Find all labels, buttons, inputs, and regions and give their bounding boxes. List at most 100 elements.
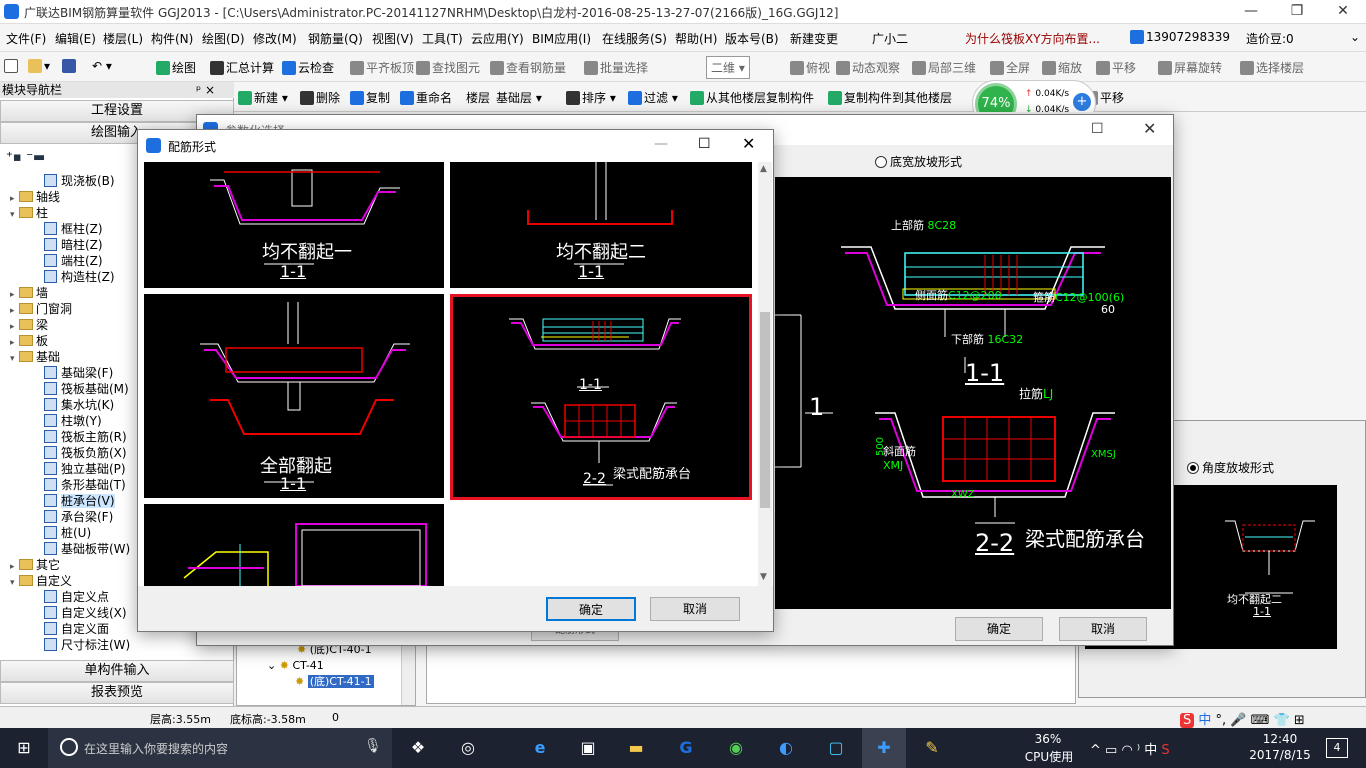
- add-icon[interactable]: +: [1073, 93, 1091, 111]
- list-item[interactable]: ⌄ ✸ CT-41: [267, 659, 324, 672]
- param-maximize-icon[interactable]: ☐: [1091, 121, 1104, 137]
- menu-item-7[interactable]: 视图(V): [372, 30, 414, 47]
- tree-item[interactable]: 承台梁(F): [44, 508, 113, 525]
- new-file-icon[interactable]: [4, 59, 20, 73]
- price-beans[interactable]: 造价豆:0: [1246, 30, 1294, 47]
- rebar-option-2[interactable]: 均不翻起二 1-1: [450, 162, 752, 288]
- toolbar2-item-0[interactable]: 新建 ▾: [238, 89, 288, 106]
- tree-item[interactable]: 自定义面: [44, 620, 109, 637]
- tree-item[interactable]: 桩承台(V): [44, 492, 115, 509]
- report-preview-button[interactable]: 报表预览: [0, 682, 234, 704]
- tree-item[interactable]: 筏板负筋(X): [44, 444, 127, 461]
- tree-item[interactable]: 构造柱(Z): [44, 268, 115, 285]
- tree-item[interactable]: 条形基础(T): [44, 476, 126, 493]
- account-phone[interactable]: 13907298339: [1130, 30, 1230, 44]
- toolbar1-item-15[interactable]: 选择楼层: [1240, 59, 1304, 76]
- rebar-option-4-selected[interactable]: 1-1 2-2 梁式配筋承台: [450, 294, 752, 500]
- toolbar2-item-2[interactable]: 复制: [350, 89, 390, 106]
- toolbar1-item-7[interactable]: 二维 ▾: [706, 56, 750, 79]
- menu-item-5[interactable]: 修改(M): [253, 30, 297, 47]
- toolbar1-item-4[interactable]: 查找图元: [416, 59, 480, 76]
- param-preview-canvas[interactable]: 上部筋 8C28 侧面筋C12@200 箍筋C12@100(6) 下部筋 16C…: [775, 177, 1171, 609]
- toolbar1-item-11[interactable]: 全屏: [990, 59, 1030, 76]
- menu-item-2[interactable]: 楼层(L): [103, 30, 143, 47]
- expand-icon[interactable]: ▸: [10, 194, 19, 204]
- tree-item[interactable]: 筏板基础(M): [44, 380, 129, 397]
- save-icon[interactable]: [62, 59, 78, 73]
- scroll-up-icon[interactable]: ▲: [760, 164, 767, 174]
- tree-folder[interactable]: ▸ 梁: [10, 316, 48, 333]
- toolbar1-item-0[interactable]: 绘图: [156, 59, 196, 76]
- single-component-button[interactable]: 单构件输入: [0, 660, 234, 682]
- gallery-scrollbar[interactable]: ▲ ▼: [758, 162, 772, 586]
- scroll-down-icon[interactable]: ▼: [760, 572, 767, 582]
- param-close-icon[interactable]: ✕: [1143, 119, 1156, 138]
- rebar-cancel-button[interactable]: 取消: [650, 597, 740, 621]
- task-view-icon[interactable]: ❖: [396, 728, 440, 768]
- notification-center-icon[interactable]: 4: [1326, 738, 1348, 758]
- minimize-button[interactable]: —: [1228, 0, 1274, 24]
- pin-close-icon[interactable]: ᵖ ×: [196, 82, 215, 98]
- tree-item[interactable]: 现浇板(B): [44, 172, 115, 189]
- tree-item[interactable]: 基础梁(F): [44, 364, 113, 381]
- tree-folder[interactable]: ▾ 柱: [10, 204, 48, 221]
- file-explorer-icon[interactable]: ▬: [614, 728, 658, 768]
- microphone-icon[interactable]: 🎙: [364, 738, 382, 754]
- toolbar2-item-4[interactable]: 楼层: [466, 89, 490, 106]
- menu-item-9[interactable]: 云应用(Y): [471, 30, 524, 47]
- menu-item-11[interactable]: 在线服务(S): [602, 30, 667, 47]
- collapse-icon[interactable]: ▾: [10, 354, 19, 364]
- clock-time[interactable]: 12:40: [1250, 732, 1310, 746]
- toolbar1-item-6[interactable]: 批量选择: [584, 59, 648, 76]
- question-link[interactable]: 为什么筏板XY方向布置...: [965, 30, 1100, 47]
- notes-app-icon[interactable]: ✎: [910, 728, 954, 768]
- toolbar2-item-5[interactable]: 基础层 ▾: [496, 89, 542, 106]
- toolbar1-item-10[interactable]: 局部三维: [912, 59, 976, 76]
- rebar-ok-button[interactable]: 确定: [546, 597, 636, 621]
- toolbar1-item-8[interactable]: 俯视: [790, 59, 830, 76]
- tree-item[interactable]: 集水坑(K): [44, 396, 114, 413]
- param-cancel-button[interactable]: 取消: [1059, 617, 1147, 641]
- glodon-cloud-icon[interactable]: ▢: [814, 728, 858, 768]
- maximize-button[interactable]: ❐: [1274, 0, 1320, 24]
- toolbar2-item-3[interactable]: 重命名: [400, 89, 452, 106]
- toolbar2-item-6[interactable]: 排序 ▾: [566, 89, 616, 106]
- rebar-close-icon[interactable]: ✕: [742, 134, 755, 153]
- menu-item-0[interactable]: 文件(F): [6, 30, 46, 47]
- windows-start-icon[interactable]: ⊞: [0, 728, 48, 768]
- tree-folder[interactable]: ▾ 自定义: [10, 572, 72, 589]
- toolbar2-item-7[interactable]: 过滤 ▾: [628, 89, 678, 106]
- toolbar1-item-5[interactable]: 查看钢筋量: [490, 59, 566, 76]
- close-button[interactable]: ✕: [1320, 0, 1366, 24]
- param-ok-button[interactable]: 确定: [955, 617, 1043, 641]
- menu-item-14[interactable]: 新建变更: [790, 30, 838, 47]
- toolbar1-item-9[interactable]: 动态观察: [836, 59, 900, 76]
- expand-icon[interactable]: ▸: [10, 562, 19, 572]
- tray-icons[interactable]: ^ ▭ ◠ ⁾ 中 S: [1090, 739, 1170, 758]
- tree-folder[interactable]: ▸ 板: [10, 332, 48, 349]
- 360-browser-icon[interactable]: ◉: [714, 728, 758, 768]
- scroll-thumb[interactable]: [760, 312, 770, 508]
- tree-item[interactable]: 基础板带(W): [44, 540, 130, 557]
- glodon-sync-icon[interactable]: ◐: [764, 728, 808, 768]
- open-folder-icon[interactable]: ▾: [28, 59, 50, 73]
- menu-item-3[interactable]: 构件(N): [151, 30, 193, 47]
- tree-item[interactable]: 自定义点: [44, 588, 109, 605]
- tree-item[interactable]: 柱墩(Y): [44, 412, 102, 429]
- menu-item-1[interactable]: 编辑(E): [55, 30, 96, 47]
- menu-item-6[interactable]: 钢筋量(Q): [308, 30, 363, 47]
- tree-folder[interactable]: ▸ 其它: [10, 556, 60, 573]
- tree-folder[interactable]: ▸ 墙: [10, 284, 48, 301]
- toolbar1-item-1[interactable]: 汇总计算: [210, 59, 274, 76]
- menu-item-13[interactable]: 版本号(B): [725, 30, 779, 47]
- toolbar1-item-14[interactable]: 屏幕旋转: [1158, 59, 1222, 76]
- chevron-down-icon[interactable]: ⌄: [1350, 30, 1360, 44]
- expand-collapse-icons[interactable]: ⁺▪ ⁻▬: [6, 150, 45, 165]
- expand-icon[interactable]: ▸: [10, 306, 19, 316]
- expand-icon[interactable]: ▸: [10, 338, 19, 348]
- rebar-maximize-icon[interactable]: ☐: [698, 136, 711, 152]
- tree-item[interactable]: 暗柱(Z): [44, 236, 103, 253]
- toolbar2-item-1[interactable]: 删除: [300, 89, 340, 106]
- tree-item[interactable]: 端柱(Z): [44, 252, 103, 269]
- list-item-selected[interactable]: ✸ (底)CT-41-1: [295, 673, 374, 689]
